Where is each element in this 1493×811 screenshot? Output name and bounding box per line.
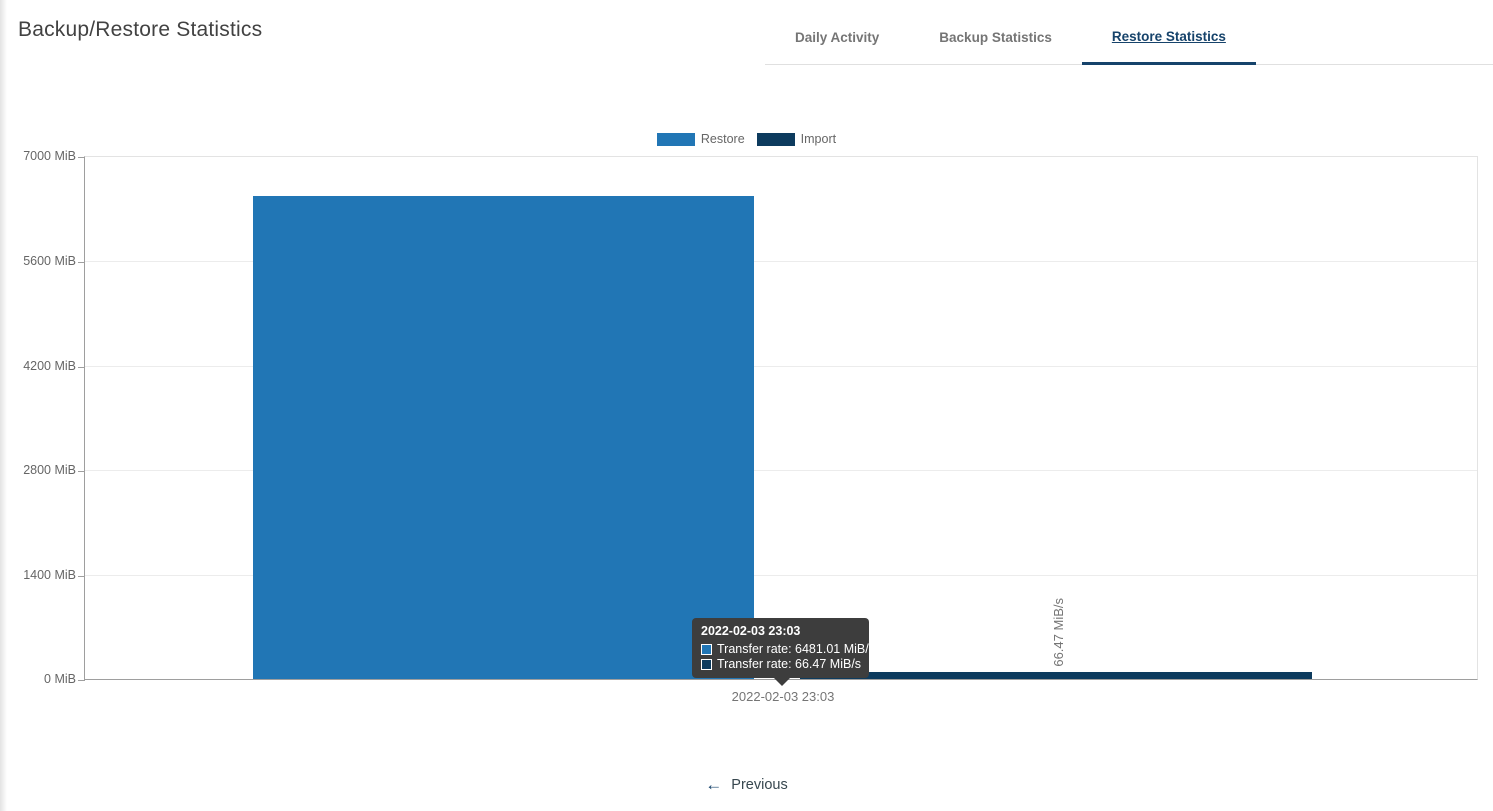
x-axis-tick-label: 2022-02-03 23:03 xyxy=(732,689,835,704)
tooltip-swatch-import xyxy=(701,659,712,670)
tooltip-text: Transfer rate: 66.47 MiB/s xyxy=(717,657,861,671)
ytick-mark xyxy=(78,576,85,577)
legend-item-restore[interactable]: Restore xyxy=(657,132,745,146)
ytick-mark xyxy=(78,367,85,368)
ytick-mark xyxy=(78,680,85,681)
y-axis-label: 0 MiB xyxy=(0,672,76,686)
chart-tooltip: 2022-02-03 23:03 Transfer rate: 6481.01 … xyxy=(692,618,869,678)
arrow-left-icon: ← xyxy=(705,776,722,793)
legend-swatch-restore xyxy=(657,133,695,146)
ytick-mark xyxy=(78,262,85,263)
tooltip-swatch-restore xyxy=(701,644,712,655)
tab-restore-statistics[interactable]: Restore Statistics xyxy=(1082,10,1256,65)
y-axis-label: 4200 MiB xyxy=(0,359,76,373)
y-axis-label: 1400 MiB xyxy=(0,568,76,582)
tab-bar: Daily Activity Backup Statistics Restore… xyxy=(765,10,1493,65)
tooltip-row: Transfer rate: 66.47 MiB/s xyxy=(701,657,860,671)
tab-daily-activity[interactable]: Daily Activity xyxy=(765,10,909,64)
previous-page-button[interactable]: ← Previous xyxy=(0,776,1493,793)
previous-label: Previous xyxy=(731,777,787,793)
y-axis-label: 7000 MiB xyxy=(0,149,76,163)
y-axis-label: 5600 MiB xyxy=(0,254,76,268)
bar-import[interactable] xyxy=(800,672,1312,679)
legend-label-restore: Restore xyxy=(701,132,745,146)
chart-plot-area: 66.47 MiB/s 2022-02-03 23:03 xyxy=(84,156,1478,680)
tooltip-title: 2022-02-03 23:03 xyxy=(701,624,860,638)
ytick-mark xyxy=(78,471,85,472)
legend-label-import: Import xyxy=(801,132,836,146)
page-left-edge xyxy=(0,0,7,811)
tab-backup-statistics[interactable]: Backup Statistics xyxy=(909,10,1082,64)
page-title: Backup/Restore Statistics xyxy=(18,18,262,42)
bar-restore[interactable] xyxy=(253,196,754,679)
y-axis-label: 2800 MiB xyxy=(0,463,76,477)
legend-item-import[interactable]: Import xyxy=(757,132,836,146)
chart-legend: Restore Import xyxy=(0,132,1493,146)
tooltip-row: Transfer rate: 6481.01 MiB/s xyxy=(701,642,860,656)
legend-swatch-import xyxy=(757,133,795,146)
tooltip-text: Transfer rate: 6481.01 MiB/s xyxy=(717,642,875,656)
ytick-mark xyxy=(78,157,85,158)
bar-import-value-label: 66.47 MiB/s xyxy=(1051,598,1066,667)
